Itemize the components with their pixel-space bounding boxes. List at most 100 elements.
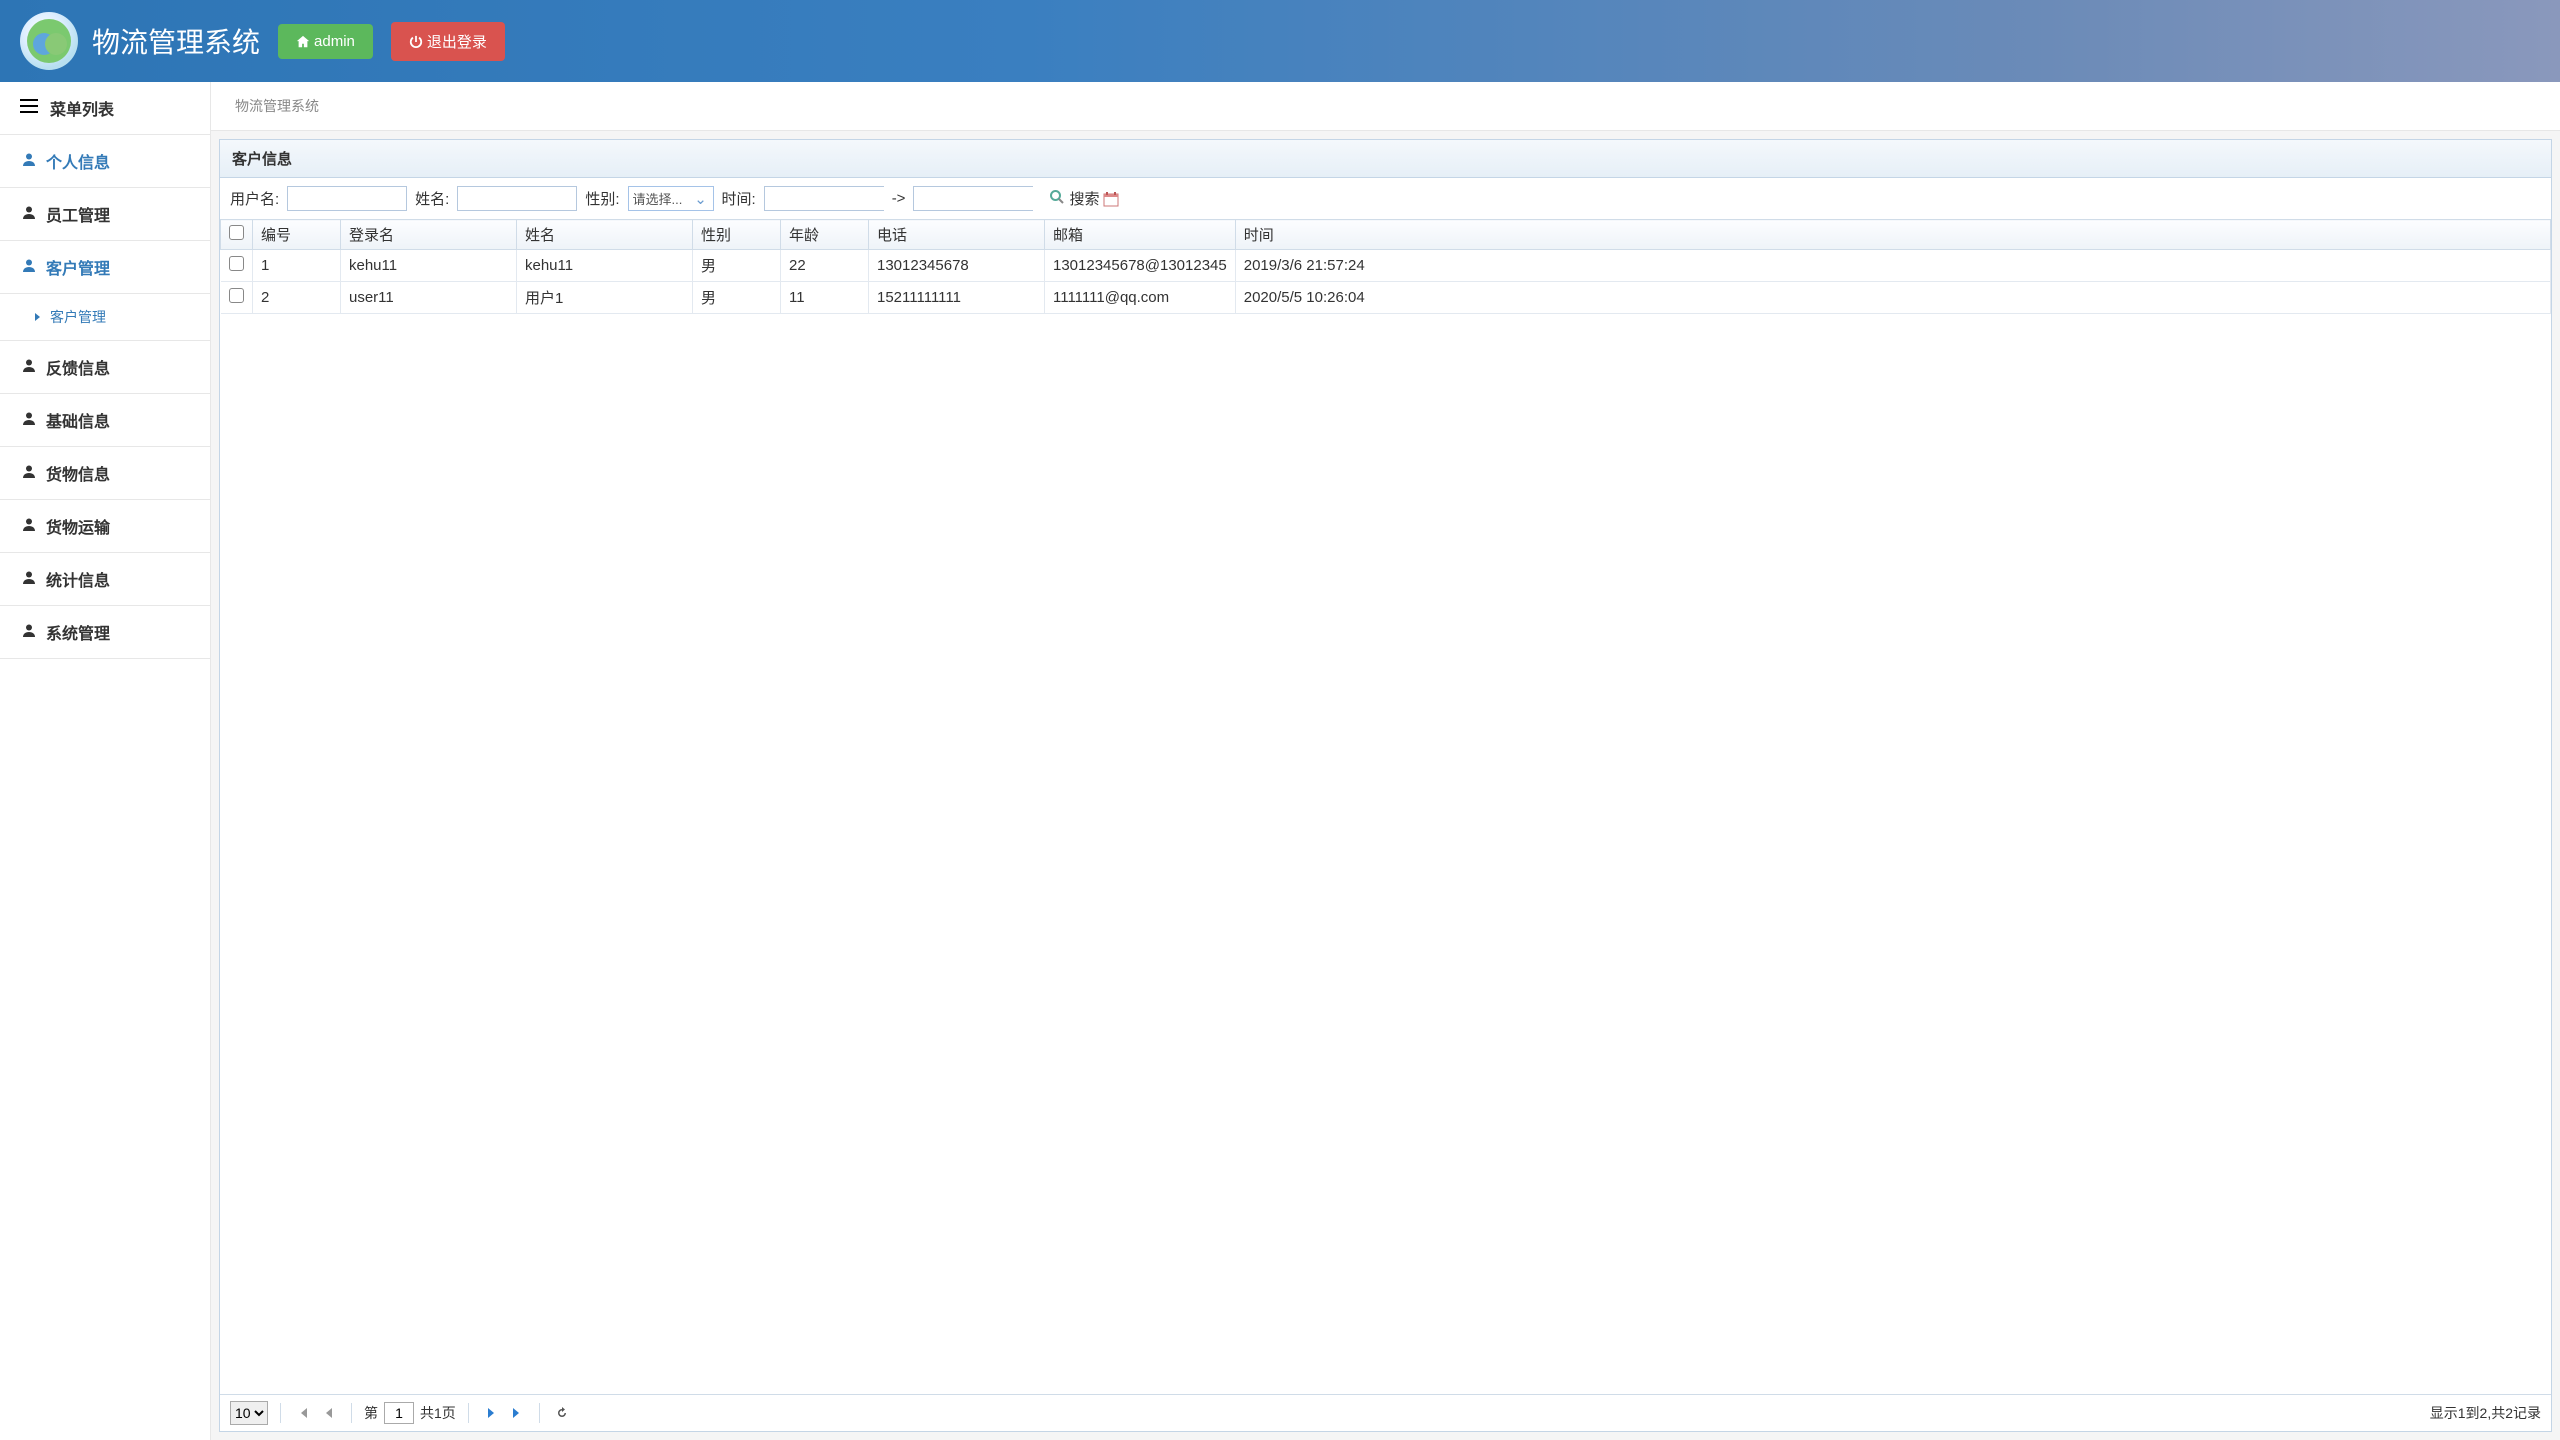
col-header-3[interactable]: 性别 [693, 220, 781, 250]
row-checkbox[interactable] [229, 256, 244, 271]
pager-summary: 显示1到2,共2记录 [2430, 1403, 2541, 1423]
cell: kehu11 [517, 250, 693, 282]
prev-page-button[interactable] [319, 1403, 339, 1423]
sidebar-item-label: 个人信息 [46, 149, 110, 173]
user-icon [22, 517, 36, 536]
username-input[interactable] [287, 186, 407, 211]
customer-table: 编号登录名姓名性别年龄电话邮箱时间 1kehu11kehu11男22130123… [220, 219, 2551, 314]
sidebar-item-label: 反馈信息 [46, 355, 110, 379]
cell: 男 [693, 282, 781, 314]
app-title: 物流管理系统 [92, 21, 260, 61]
cell: 1111111@qq.com [1045, 282, 1236, 314]
list-icon [20, 98, 38, 119]
sidebar-item-label: 货物运输 [46, 514, 110, 538]
sidebar-item-5[interactable]: 货物信息 [0, 447, 210, 500]
col-header-4[interactable]: 年龄 [781, 220, 869, 250]
customer-panel: 客户信息 用户名: 姓名: 性别: 请选择... ⌄ 时间: [219, 139, 2552, 1432]
app-header: 物流管理系统 admin 退出登录 [0, 0, 2560, 82]
table-row[interactable]: 1kehu11kehu11男221301234567813012345678@1… [221, 250, 2551, 282]
cell: 1 [253, 250, 341, 282]
name-label: 姓名: [415, 188, 449, 209]
username-label: 用户名: [230, 188, 279, 209]
gender-placeholder: 请选择... [633, 189, 693, 208]
user-icon [22, 152, 36, 171]
sidebar-title: 菜单列表 [50, 96, 114, 120]
sidebar-item-label: 客户管理 [46, 255, 110, 279]
user-icon [22, 570, 36, 589]
sidebar-item-label: 员工管理 [46, 202, 110, 226]
sidebar-item-6[interactable]: 货物运输 [0, 500, 210, 553]
cell: 22 [781, 250, 869, 282]
col-header-5[interactable]: 电话 [869, 220, 1045, 250]
col-header-2[interactable]: 姓名 [517, 220, 693, 250]
col-header-7[interactable]: 时间 [1235, 220, 2550, 250]
sidebar-item-8[interactable]: 系统管理 [0, 606, 210, 659]
refresh-button[interactable] [552, 1403, 572, 1423]
time-label: 时间: [722, 188, 756, 209]
gender-select[interactable]: 请选择... ⌄ [628, 186, 714, 211]
next-page-button[interactable] [481, 1403, 501, 1423]
sidebar-item-1[interactable]: 员工管理 [0, 188, 210, 241]
search-icon [1049, 189, 1065, 209]
sidebar: 菜单列表 个人信息员工管理客户管理客户管理反馈信息基础信息货物信息货物运输统计信… [0, 82, 211, 1440]
page-prefix: 第 [364, 1403, 378, 1423]
logout-label: 退出登录 [427, 31, 487, 52]
logout-button[interactable]: 退出登录 [391, 22, 505, 61]
col-header-1[interactable]: 登录名 [341, 220, 517, 250]
table-row[interactable]: 2user11用户1男11152111111111111111@qq.com20… [221, 282, 2551, 314]
cell: 2 [253, 282, 341, 314]
cell: user11 [341, 282, 517, 314]
row-checkbox-cell [221, 282, 253, 314]
last-page-button[interactable] [507, 1403, 527, 1423]
user-icon [22, 205, 36, 224]
cell: 15211111111 [869, 282, 1045, 314]
sidebar-item-label: 货物信息 [46, 461, 110, 485]
page-input[interactable] [384, 1402, 414, 1424]
col-header-0[interactable]: 编号 [253, 220, 341, 250]
pager: 10 第 共1页 显示1到2,共2记录 [220, 1394, 2551, 1431]
sidebar-subitem-label: 客户管理 [50, 307, 106, 327]
sidebar-item-2[interactable]: 客户管理 [0, 241, 210, 294]
home-icon [296, 33, 310, 50]
sidebar-item-label: 基础信息 [46, 408, 110, 432]
filter-bar: 用户名: 姓名: 性别: 请选择... ⌄ 时间: -> [220, 178, 2551, 219]
logo-icon [20, 12, 78, 70]
cell: 2020/5/5 10:26:04 [1235, 282, 2550, 314]
search-button[interactable]: 搜索 [1049, 188, 1099, 209]
sidebar-subitem-2-0[interactable]: 客户管理 [0, 294, 210, 341]
sidebar-item-7[interactable]: 统计信息 [0, 553, 210, 606]
sidebar-item-label: 系统管理 [46, 620, 110, 644]
main-area: 物流管理系统 客户信息 用户名: 姓名: 性别: 请选择... ⌄ 时间: [211, 82, 2560, 1440]
cell: 男 [693, 250, 781, 282]
sidebar-item-label: 统计信息 [46, 567, 110, 591]
sidebar-item-0[interactable]: 个人信息 [0, 135, 210, 188]
range-sep: -> [892, 190, 906, 207]
cell: 2019/3/6 21:57:24 [1235, 250, 2550, 282]
user-icon [22, 464, 36, 483]
user-icon [22, 411, 36, 430]
breadcrumb: 物流管理系统 [211, 82, 2560, 131]
cell: 13012345678 [869, 250, 1045, 282]
user-icon [22, 623, 36, 642]
calendar-icon [1103, 189, 1119, 209]
cell: 11 [781, 282, 869, 314]
panel-title: 客户信息 [220, 140, 2551, 178]
total-pages: 共1页 [420, 1403, 456, 1423]
sidebar-item-3[interactable]: 反馈信息 [0, 341, 210, 394]
name-input[interactable] [457, 186, 577, 211]
cell: 用户1 [517, 282, 693, 314]
admin-label: admin [314, 33, 355, 50]
admin-button[interactable]: admin [278, 24, 373, 59]
sidebar-item-4[interactable]: 基础信息 [0, 394, 210, 447]
select-all-checkbox[interactable] [229, 225, 244, 240]
date-to[interactable] [913, 186, 1033, 211]
gender-label: 性别: [585, 188, 619, 209]
row-checkbox[interactable] [229, 288, 244, 303]
user-icon [22, 258, 36, 277]
first-page-button[interactable] [293, 1403, 313, 1423]
col-header-6[interactable]: 邮箱 [1045, 220, 1236, 250]
caret-right-icon [34, 309, 42, 325]
page-size-select[interactable]: 10 [230, 1401, 268, 1425]
chevron-down-icon: ⌄ [693, 190, 709, 208]
date-from[interactable] [764, 186, 884, 211]
